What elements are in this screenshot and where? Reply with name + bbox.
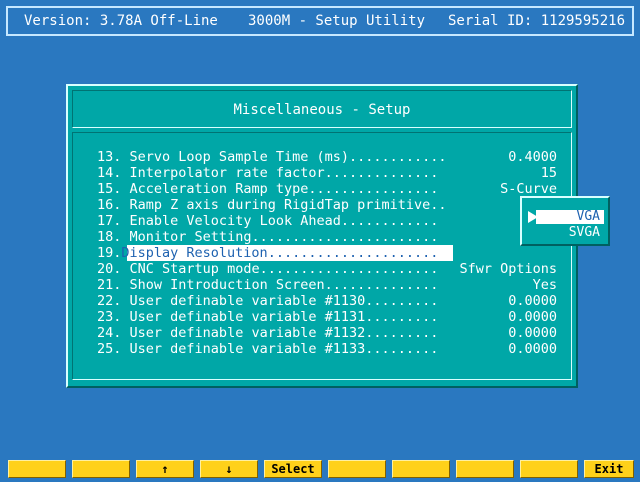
resolution-dropdown[interactable]: VGA SVGA (520, 196, 610, 246)
setting-row-21[interactable]: 21. Show Introduction Screen............… (97, 277, 557, 293)
setting-value: S-Curve (500, 181, 557, 197)
setting-row-16[interactable]: 16. Ramp Z axis during RigidTap primitiv… (97, 197, 557, 213)
setting-value: 0.0000 (508, 325, 557, 341)
setting-label: Enable Velocity Look Ahead............ (129, 213, 439, 229)
setting-number: 15. (97, 181, 122, 197)
setting-number: 22. (97, 293, 122, 309)
setting-number: 21. (97, 277, 122, 293)
setting-value: 0.4000 (508, 149, 557, 165)
setting-row-18[interactable]: 18. Monitor Setting.....................… (97, 229, 557, 245)
setting-value: 0.0000 (508, 341, 557, 357)
setting-number: 20. (97, 261, 122, 277)
setting-label: Display Resolution..................... (121, 245, 439, 261)
setting-label: User definable variable #1130......... (129, 293, 439, 309)
version-label: Version: 3.78A Off-Line (24, 13, 218, 29)
setting-value: 0.0000 (508, 309, 557, 325)
setting-value: 15 (540, 165, 557, 181)
setting-label: Monitor Setting....................... (129, 229, 439, 245)
setting-row-20[interactable]: 20. CNC Startup mode....................… (97, 261, 557, 277)
setting-label: Show Introduction Screen.............. (129, 277, 439, 293)
setting-row-25[interactable]: 25. User definable variable #1133.......… (97, 341, 557, 357)
setting-value: Yes (532, 277, 557, 293)
setting-label: User definable variable #1133......... (129, 341, 439, 357)
panel-title-box: Miscellaneous - Setup (72, 90, 572, 128)
setting-label: Acceleration Ramp type................ (129, 181, 439, 197)
function-key-bar: ↑ ↓ Select Exit (0, 458, 640, 482)
option-vga[interactable]: VGA (536, 210, 604, 224)
title-bar: Version: 3.78A Off-Line 3000M - Setup Ut… (6, 6, 634, 36)
setting-number: 19. (97, 245, 122, 261)
setting-row-23[interactable]: 23. User definable variable #1131.......… (97, 309, 557, 325)
setting-number: 18. (97, 229, 122, 245)
up-arrow-button[interactable]: ↑ (136, 460, 194, 478)
setting-label: CNC Startup mode...................... (129, 261, 439, 277)
setting-label: Interpolator rate factor.............. (129, 165, 439, 181)
setting-value: Sfwr Options (459, 261, 557, 277)
fkey-9[interactable] (520, 460, 578, 478)
setting-row-19-selected[interactable]: 19.Display Resolution...................… (97, 245, 557, 261)
select-button[interactable]: Select (264, 460, 322, 478)
setting-row-14[interactable]: 14. Interpolator rate factor............… (97, 165, 557, 181)
setting-number: 24. (97, 325, 122, 341)
miscellaneous-setup-panel: Miscellaneous - Setup 13. Servo Loop Sam… (66, 84, 578, 388)
setting-number: 17. (97, 213, 122, 229)
setting-number: 23. (97, 309, 122, 325)
setting-value: 0.0000 (508, 293, 557, 309)
fkey-8[interactable] (456, 460, 514, 478)
setting-row-15[interactable]: 15. Acceleration Ramp type..............… (97, 181, 557, 197)
fkey-2[interactable] (72, 460, 130, 478)
panel-title: Miscellaneous - Setup (233, 102, 411, 118)
setting-label: Servo Loop Sample Time (ms)............ (129, 149, 447, 165)
setting-number: 25. (97, 341, 122, 357)
app-title: 3000M - Setup Utility (248, 13, 426, 29)
setting-row-17[interactable]: 17. Enable Velocity Look Ahead..........… (97, 213, 557, 229)
setting-label: Ramp Z axis during RigidTap primitive.. (129, 197, 447, 213)
setting-row-22[interactable]: 22. User definable variable #1130.......… (97, 293, 557, 309)
setting-number: 14. (97, 165, 122, 181)
exit-button[interactable]: Exit (584, 460, 634, 478)
fkey-7[interactable] (392, 460, 450, 478)
setting-row-13[interactable]: 13. Servo Loop Sample Time (ms).........… (97, 149, 557, 165)
settings-list: 13. Servo Loop Sample Time (ms).........… (72, 132, 572, 380)
option-svga[interactable]: SVGA (536, 226, 604, 240)
setting-number: 16. (97, 197, 122, 213)
setting-row-24[interactable]: 24. User definable variable #1132.......… (97, 325, 557, 341)
fkey-6[interactable] (328, 460, 386, 478)
setting-number: 13. (97, 149, 122, 165)
setting-label: User definable variable #1132......... (129, 325, 439, 341)
setting-label: User definable variable #1131......... (129, 309, 439, 325)
fkey-1[interactable] (8, 460, 66, 478)
down-arrow-button[interactable]: ↓ (200, 460, 258, 478)
serial-id: Serial ID: 1129595216 (448, 13, 626, 29)
